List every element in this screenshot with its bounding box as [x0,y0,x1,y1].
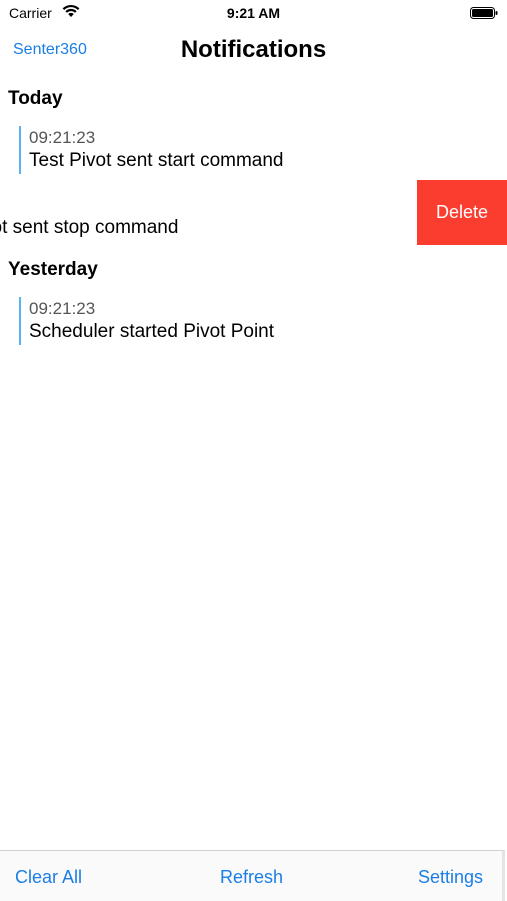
notification-row-swiped[interactable]: 3 vot sent stop command Delete [0,180,507,245]
notification-time: 09:21:23 [29,299,96,318]
delete-button[interactable]: Delete [417,180,507,245]
notification-row[interactable]: 09:21:23 Scheduler started Pivot Point [19,297,499,349]
notification-time: 09:21:23 [29,128,96,147]
clear-all-button[interactable]: Clear All [15,867,82,888]
status-bar: Carrier 9:21 AM [0,0,507,26]
notification-row[interactable]: 09:21:23 Test Pivot sent start command [19,126,499,178]
section-header-today: Today [8,88,63,109]
row-accent-bar [19,126,21,174]
row-accent-bar [19,297,21,345]
navigation-bar: Senter360 Notifications [0,26,507,76]
page-title: Notifications [180,36,327,63]
notification-message: Scheduler started Pivot Point [29,321,275,342]
notification-message: vot sent stop command [0,217,179,238]
section-header-yesterday: Yesterday [8,259,98,280]
battery-icon [470,7,498,19]
settings-button[interactable]: Settings [418,867,483,888]
bottom-toolbar: Clear All Refresh Settings [0,850,505,901]
swiped-row-content: 3 vot sent stop command [0,193,392,245]
notification-message: Test Pivot sent start command [29,150,284,171]
refresh-button[interactable]: Refresh [220,867,283,888]
status-time: 9:21 AM [226,5,281,21]
